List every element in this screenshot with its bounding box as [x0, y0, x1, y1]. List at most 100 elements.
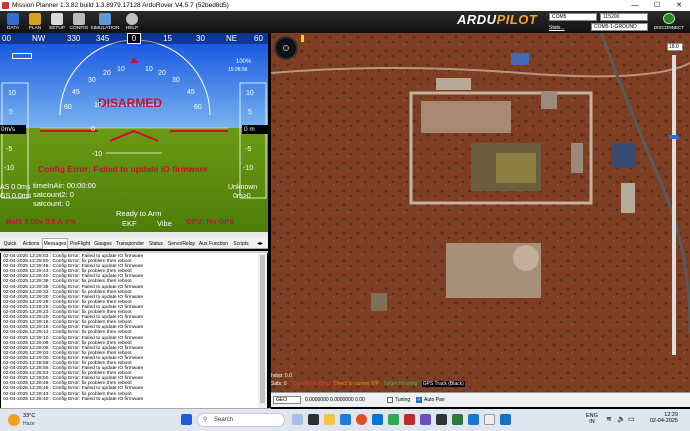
- speed-tick: -10: [4, 165, 15, 172]
- tab-messages[interactable]: Messages: [42, 238, 68, 249]
- map-status-bar: GEO 0.0000000 0.0000000 0.00 Tuning ✓ Au…: [271, 392, 690, 407]
- pitch-label-down: -10: [92, 151, 103, 158]
- weather-temp: 33°C: [23, 413, 36, 419]
- speed-tick: -5: [6, 146, 13, 153]
- tab-transponder[interactable]: Transponder: [114, 238, 146, 249]
- tab-gauges[interactable]: Gauges: [92, 238, 114, 249]
- coord-system-select[interactable]: GEO: [273, 396, 301, 404]
- wifi-icon[interactable]: ≋: [606, 415, 612, 423]
- zoom-slider-track[interactable]: [669, 55, 679, 355]
- altitude-tape: [239, 82, 267, 199]
- speed-readout: 0m/s: [0, 125, 26, 134]
- minimize-button[interactable]: —: [624, 0, 646, 11]
- baud-select[interactable]: 115200: [600, 13, 648, 21]
- heading-tick: 60: [254, 34, 263, 43]
- copilot-icon[interactable]: [308, 414, 319, 425]
- coordinates-readout: 0.0000000 0.0000000 0.00: [305, 397, 365, 403]
- scrollbar-thumb[interactable]: [260, 255, 265, 403]
- ardupilot-logo: ARDUPILOT: [457, 12, 562, 28]
- file-explorer-icon[interactable]: [324, 414, 335, 425]
- disconnect-icon: [663, 13, 675, 24]
- ekf-indicator[interactable]: EKF: [122, 219, 137, 228]
- start-icon[interactable]: [181, 414, 192, 425]
- roll-label: 60: [64, 104, 72, 111]
- link-select[interactable]: COM5-1-GROUND ROV: [591, 23, 648, 37]
- compass-center-icon: [283, 45, 289, 51]
- pitch-label-zero: 0: [91, 126, 95, 133]
- chrome-icon[interactable]: [356, 414, 367, 425]
- simulation-icon: [99, 13, 111, 25]
- app-icon-light[interactable]: [484, 414, 495, 425]
- map-imagery[interactable]: [271, 33, 690, 392]
- logo-accent-text: PILOT: [496, 12, 538, 27]
- close-button[interactable]: ✕: [668, 0, 690, 11]
- maximize-button[interactable]: ☐: [646, 0, 668, 11]
- legend-direct-wp: Direct to current WP: [334, 381, 379, 387]
- map-legend: Current Heading Direct to current WP Tar…: [293, 381, 465, 387]
- messages-list[interactable]: 02-04-2025 12:29:53 : Config Error: Fail…: [1, 253, 258, 408]
- tab-scripts[interactable]: Scripts: [230, 238, 252, 249]
- heading-tick: 30: [196, 34, 205, 43]
- autopan-checkbox[interactable]: ✓: [416, 397, 422, 403]
- altitude-readout: 0 m: [242, 125, 268, 134]
- zoom-slider-handle[interactable]: [669, 135, 679, 139]
- map-compass-dial[interactable]: [274, 36, 298, 60]
- store-icon[interactable]: [388, 414, 399, 425]
- data-button[interactable]: DATA: [2, 12, 24, 32]
- config-button[interactable]: CONFIG: [68, 12, 90, 32]
- vibe-indicator[interactable]: Vibe: [157, 219, 172, 228]
- zoom-level-input[interactable]: 18.0: [667, 43, 683, 51]
- setup-button[interactable]: SETUP: [46, 12, 68, 32]
- config-error-message: Config Error: Failed to update IO firmwa…: [38, 164, 208, 174]
- volume-icon[interactable]: 🔈: [617, 415, 626, 423]
- app-icon-blue[interactable]: [468, 414, 479, 425]
- outlook-icon[interactable]: [372, 414, 383, 425]
- data-tabs: Quick Actions Messages PreFlight Gauges …: [0, 237, 268, 249]
- tab-preflight[interactable]: PreFlight: [68, 238, 92, 249]
- taskbar-search[interactable]: ⚲ Search: [197, 413, 285, 427]
- mission-planner-taskbar-icon[interactable]: [436, 414, 447, 425]
- app-icon-red[interactable]: [404, 414, 415, 425]
- messages-scrollbar[interactable]: [258, 253, 267, 408]
- teams-icon[interactable]: [420, 414, 431, 425]
- weather-icon[interactable]: [8, 414, 20, 426]
- heading-tick: NW: [32, 34, 46, 43]
- tab-servo-relay[interactable]: Servo/Relay: [166, 238, 197, 249]
- tab-aux-function[interactable]: Aux Function: [197, 238, 230, 249]
- speed-tick: 10: [8, 90, 16, 97]
- satellite-map[interactable]: 18.0 hdop: 0.0 Sats: 0 Current Heading D…: [271, 33, 690, 392]
- clock[interactable]: 12:29 02-04-2025: [644, 412, 678, 424]
- altitude-tick: 5: [248, 109, 252, 116]
- disconnect-button[interactable]: DISCONNECT: [650, 13, 688, 32]
- word-icon[interactable]: [500, 414, 511, 425]
- language-indicator[interactable]: ENG IN: [586, 413, 598, 425]
- simulation-button[interactable]: SIMULATION: [90, 12, 120, 32]
- setup-button-label: SETUP: [49, 26, 65, 31]
- tab-quick[interactable]: Quick: [1, 238, 19, 249]
- app-icon-green[interactable]: [452, 414, 463, 425]
- speed-tick: 5: [9, 109, 13, 116]
- help-button[interactable]: HELP: [121, 12, 143, 32]
- groundspeed-readout: GS 0.0ms: [0, 193, 32, 200]
- battery-tray-icon[interactable]: ▭: [628, 415, 635, 423]
- task-view-icon[interactable]: [292, 414, 303, 425]
- roll-label: 45: [72, 89, 80, 96]
- stats-link[interactable]: Stats...: [549, 25, 565, 31]
- tab-scroll-arrows[interactable]: ◂▸: [253, 238, 267, 249]
- search-icon: ⚲: [203, 417, 208, 423]
- config-icon: [73, 13, 85, 25]
- battery-readout: Bat1 0.00v 0.0 A 0%: [6, 217, 76, 226]
- edge-icon[interactable]: [340, 414, 351, 425]
- pitch-label-up: 10: [94, 102, 102, 109]
- tab-status[interactable]: Status: [146, 238, 166, 249]
- plan-button-label: PLAN: [28, 26, 42, 31]
- plan-button[interactable]: PLAN: [24, 12, 46, 32]
- hdop-readout: hdop: 0.0: [271, 373, 292, 379]
- tab-actions[interactable]: Actions: [20, 238, 42, 249]
- tuning-checkbox[interactable]: [387, 397, 393, 403]
- roll-label: 60: [194, 104, 202, 111]
- legend-current-heading: Current Heading: [293, 381, 330, 387]
- port-select[interactable]: COM5: [549, 13, 597, 21]
- plan-icon: [29, 13, 41, 25]
- battery-percent: 100%: [236, 59, 252, 65]
